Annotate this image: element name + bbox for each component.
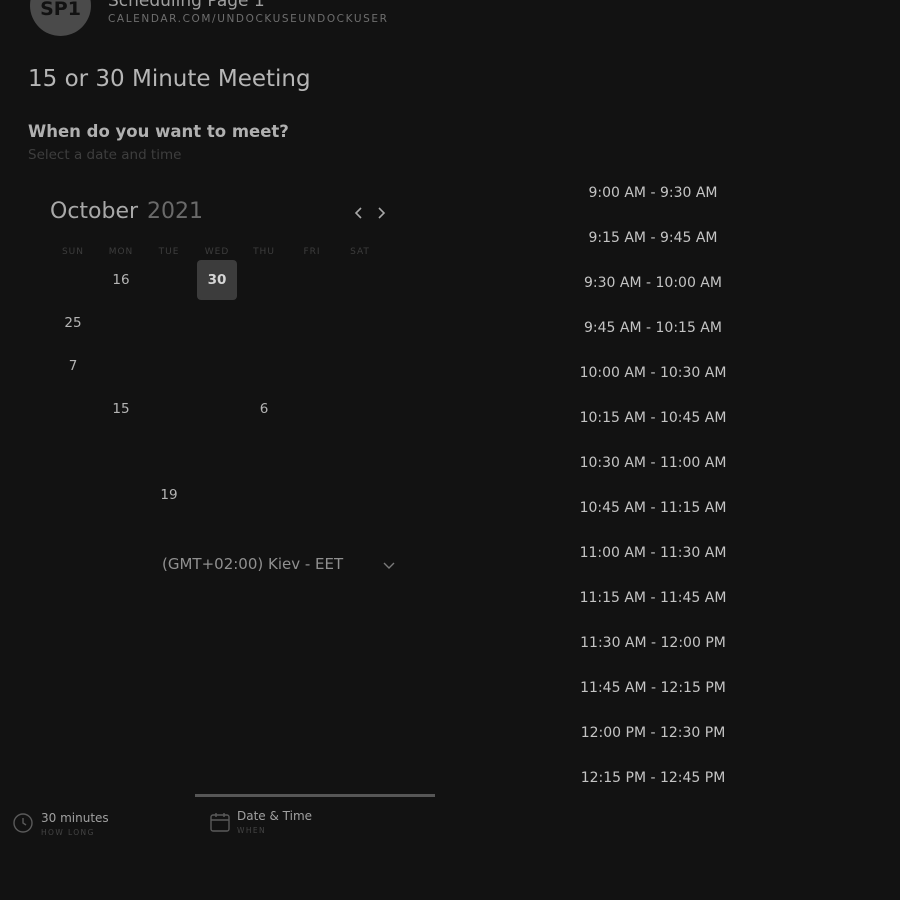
time-slot[interactable]: 12:00 PM - 12:30 PM (566, 725, 740, 741)
step-date-time-subtitle: WHEN (237, 826, 267, 835)
time-slot[interactable]: 9:00 AM - 9:30 AM (566, 185, 740, 201)
page-name: Scheduling Page 1 (108, 0, 265, 11)
step-date-time-title: Date & Time (237, 809, 313, 823)
chevron-left-icon (354, 207, 362, 219)
calendar-day[interactable]: 16 (101, 260, 141, 300)
weekday-label: SAT (350, 247, 370, 257)
calendar-day[interactable]: 6 (244, 389, 284, 429)
timezone-label: (GMT+02:00) Kiev - EET (162, 555, 344, 573)
calendar-icon (210, 813, 230, 832)
time-slot[interactable]: 11:30 AM - 12:00 PM (566, 635, 740, 651)
year-name: 2021 (147, 199, 204, 224)
time-slot[interactable]: 10:45 AM - 11:15 AM (566, 500, 740, 516)
next-month-button[interactable] (373, 204, 389, 222)
time-slot[interactable]: 10:00 AM - 10:30 AM (566, 365, 740, 381)
weekday-label: FRI (303, 247, 321, 257)
weekday-label: TUE (158, 247, 180, 257)
calendar-day[interactable]: 19 (149, 475, 189, 515)
active-step-indicator (195, 794, 435, 797)
clock-icon (13, 813, 33, 833)
calendar-day-selected[interactable]: 30 (197, 260, 237, 300)
weekday-label: MON (108, 247, 134, 257)
calendar-day[interactable]: 15 (101, 389, 141, 429)
time-slot[interactable]: 9:30 AM - 10:00 AM (566, 275, 740, 291)
month-name: October (50, 199, 139, 224)
weekday-label: THU (253, 247, 275, 257)
date-question-heading: When do you want to meet? (28, 122, 289, 141)
calendar-day[interactable]: 25 (53, 303, 93, 343)
timezone-select[interactable]: (GMT+02:00) Kiev - EET (162, 554, 400, 576)
time-slot[interactable]: 9:45 AM - 10:15 AM (566, 320, 740, 336)
time-slot[interactable]: 12:15 PM - 12:45 PM (566, 770, 740, 786)
step-duration-subtitle: HOW LONG (41, 828, 95, 837)
time-slot[interactable]: 11:45 AM - 12:15 PM (566, 680, 740, 696)
previous-month-button[interactable] (351, 204, 367, 222)
time-slot[interactable]: 9:15 AM - 9:45 AM (566, 230, 740, 246)
weekday-label: WED (204, 247, 230, 257)
step-duration-title: 30 minutes (41, 811, 109, 825)
avatar: SP1 (30, 0, 91, 36)
weekday-label: SUN (61, 247, 85, 257)
meeting-title: 15 or 30 Minute Meeting (28, 66, 311, 92)
calendar-month-label: October 2021 (50, 199, 203, 224)
chevron-right-icon (378, 207, 386, 219)
chevron-down-icon (383, 562, 395, 569)
page-url: CALENDAR.COM/UNDOCKUSEUNDOCKUSER (108, 13, 389, 25)
time-slot[interactable]: 11:00 AM - 11:30 AM (566, 545, 740, 561)
time-slot[interactable]: 10:30 AM - 11:00 AM (566, 455, 740, 471)
date-question-subtext: Select a date and time (28, 147, 182, 163)
calendar-day[interactable]: 7 (53, 346, 93, 386)
time-slot[interactable]: 11:15 AM - 11:45 AM (566, 590, 740, 606)
time-slot[interactable]: 10:15 AM - 10:45 AM (566, 410, 740, 426)
